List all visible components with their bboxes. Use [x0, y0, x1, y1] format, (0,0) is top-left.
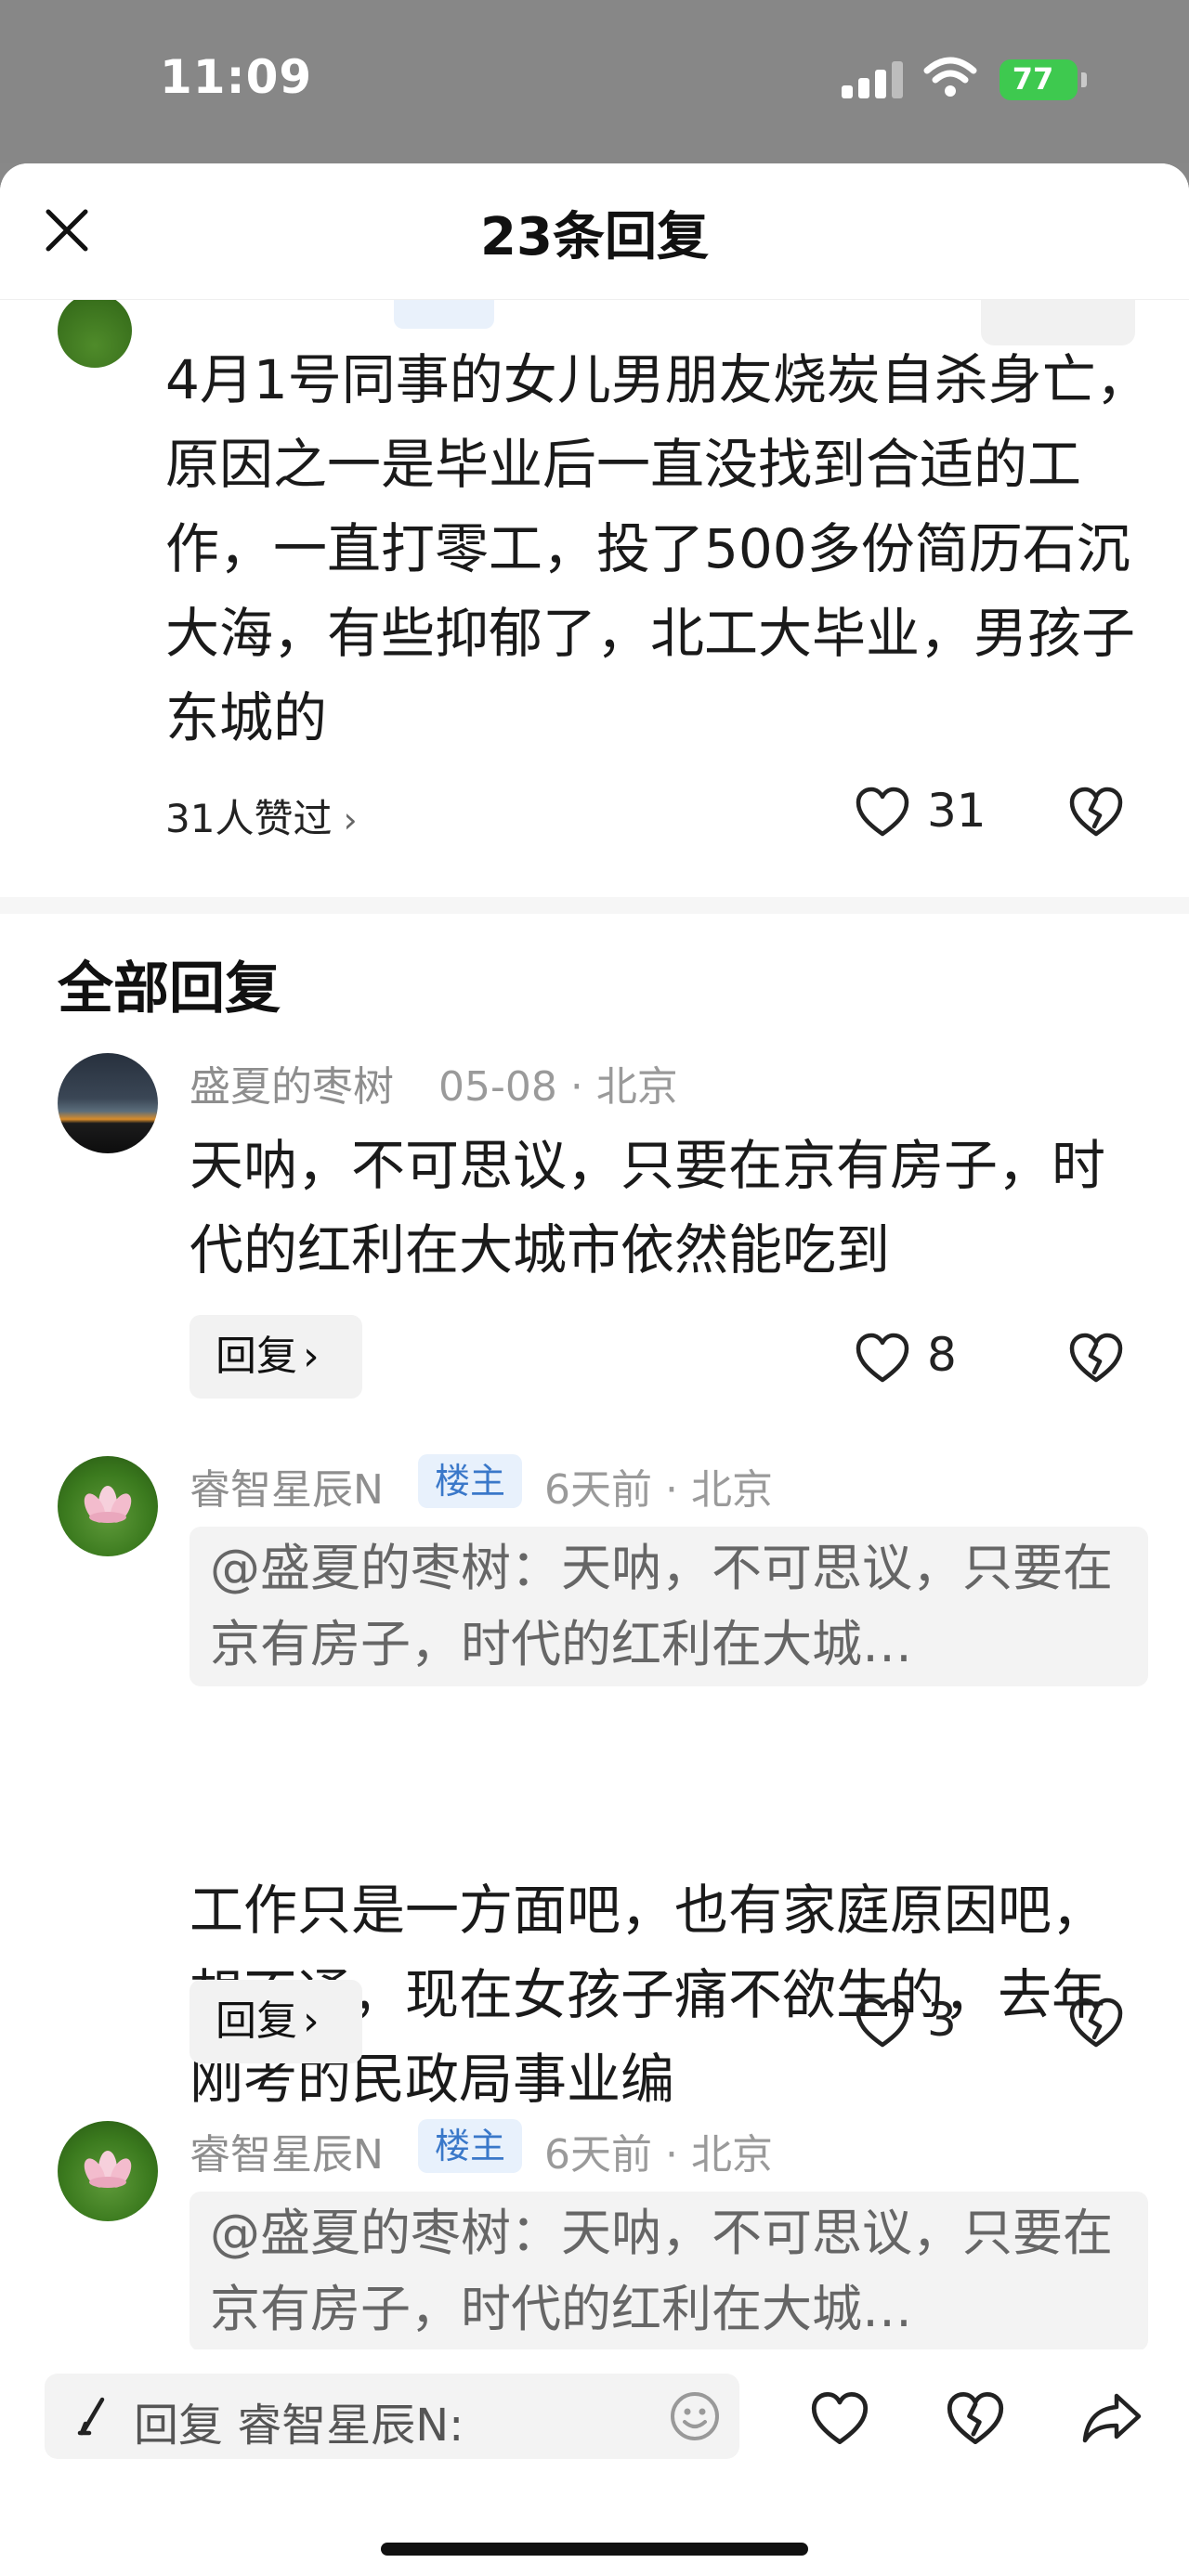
pen-icon — [77, 2397, 105, 2436]
broken-heart-icon[interactable] — [1068, 786, 1124, 838]
comment-meta: 6天前 · 北京 — [544, 1466, 773, 1514]
broken-heart-icon[interactable] — [1068, 1332, 1124, 1384]
quoted-text: @盛夏的枣树：天呐，不可思议，只要在京有房子，时代的红利在大城… — [210, 2204, 1113, 2338]
page-title: 23条回复 — [480, 207, 709, 267]
signal-icon — [842, 61, 903, 98]
comment-text: 天呐，不可思议，只要在京有房子，时代的红利在大城市依然能吃到 — [189, 1134, 1106, 1281]
reply-button[interactable]: 回复 › — [189, 1315, 362, 1399]
broken-heart-icon[interactable] — [946, 2390, 1005, 2446]
quoted-comment[interactable]: @盛夏的枣树：天呐，不可思议，只要在京有房子，时代的红利在大城… — [189, 1527, 1148, 1686]
battery-cap — [1081, 72, 1087, 87]
reply-input[interactable]: 回复 睿智星辰N: — [45, 2374, 739, 2459]
sheet-header: 23条回复 — [0, 163, 1189, 300]
section-divider — [0, 897, 1189, 914]
wifi-icon — [923, 57, 977, 97]
broken-heart-icon[interactable] — [1068, 1997, 1124, 2049]
like-count: 3 — [927, 1993, 957, 2047]
heart-icon[interactable] — [855, 786, 910, 838]
share-icon[interactable] — [1081, 2390, 1143, 2446]
quoted-text: @盛夏的枣树：天呐，不可思议，只要在京有房子，时代的红利在大城… — [210, 1539, 1113, 1673]
avatar[interactable] — [58, 1053, 158, 1153]
comment-author[interactable]: 盛夏的枣树 — [189, 1053, 394, 1112]
reply-label: 回复 — [216, 1333, 297, 1380]
heart-icon[interactable] — [810, 2390, 869, 2446]
avatar[interactable] — [58, 2121, 158, 2221]
avatar[interactable] — [58, 1456, 158, 1556]
reply-label: 回复 — [216, 1997, 297, 2045]
reply-placeholder: 回复 睿智星辰N: — [134, 2400, 464, 2452]
heart-icon[interactable] — [855, 1997, 910, 2049]
replies-sheet: 23条回复 4月1号同事的女儿男朋友烧炭自杀身亡，原因之一是毕业后一直没找到合适… — [0, 163, 1189, 2576]
chevron-right-icon: › — [303, 1997, 320, 2045]
emoji-icon[interactable] — [669, 2390, 721, 2442]
bottom-action-bar: 回复 睿智星辰N: — [0, 2349, 1189, 2576]
battery-level: 77 — [1012, 61, 1054, 97]
chevron-right-icon: › — [303, 1333, 320, 1380]
likers-label: 31人赞过 — [165, 796, 333, 841]
comment-meta: 6天前 · 北京 — [544, 2131, 773, 2179]
host-badge: 楼主 — [418, 1454, 522, 1508]
quoted-comment[interactable]: @盛夏的枣树：天呐，不可思议，只要在京有房子，时代的红利在大城… — [189, 2192, 1148, 2351]
original-post-text: 4月1号同事的女儿男朋友烧炭自杀身亡，原因之一是毕业后一直没找到合适的工作，一直… — [165, 348, 1150, 749]
avatar[interactable] — [58, 293, 132, 368]
chevron-right-icon: › — [343, 800, 358, 840]
home-indicator[interactable] — [381, 2543, 808, 2556]
heart-icon[interactable] — [855, 1332, 910, 1384]
status-bar: 11:09 77 — [0, 0, 1189, 163]
comment-author[interactable]: 睿智星辰N — [189, 2121, 384, 2180]
reply-button[interactable]: 回复 › — [189, 1980, 362, 2063]
likers-link[interactable]: 31人赞过 › — [165, 787, 358, 844]
like-count: 8 — [927, 1328, 957, 1382]
status-time: 11:09 — [160, 50, 313, 104]
section-title: 全部回复 — [58, 956, 281, 1021]
like-count: 31 — [927, 784, 986, 838]
host-badge: 楼主 — [418, 2119, 522, 2173]
comment-meta: 05-08 · 北京 — [438, 1063, 678, 1111]
comment-author[interactable]: 睿智星辰N — [189, 1456, 384, 1516]
battery-icon: 77 — [1000, 59, 1078, 100]
